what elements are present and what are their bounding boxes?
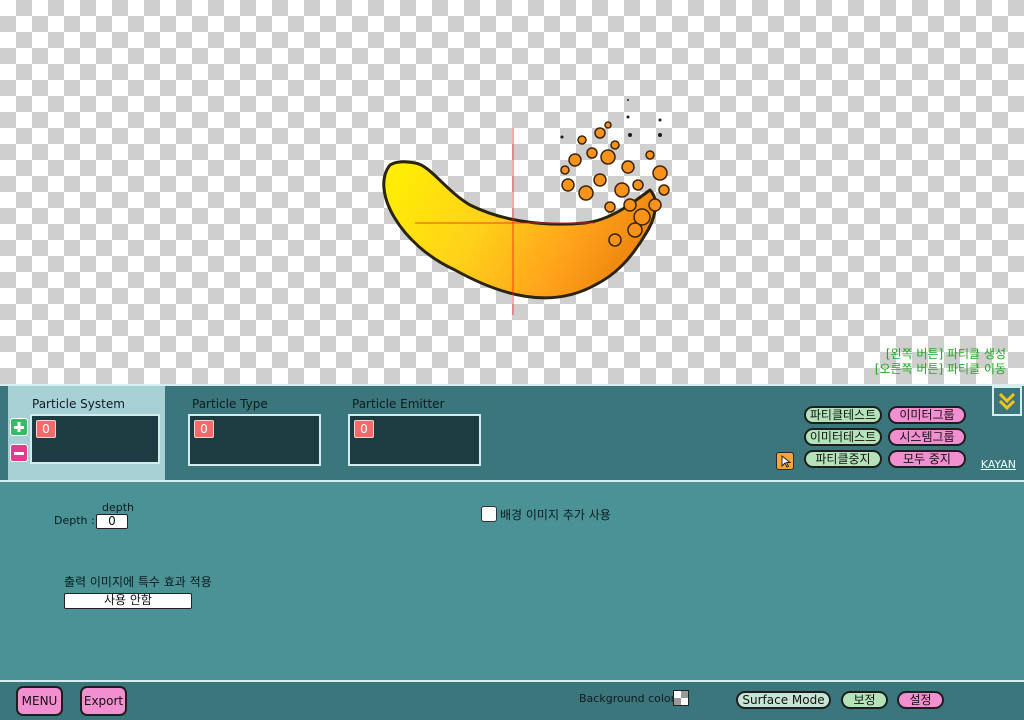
tab-particle-emitter[interactable]: Particle Emitter 0: [336, 386, 486, 480]
correction-button[interactable]: 보정: [841, 691, 888, 709]
particle-test-button[interactable]: 파티클테스트: [804, 406, 882, 424]
particle-list-panel: Particle System 0 Particle Type 0 Partic…: [0, 384, 1024, 480]
settings-button[interactable]: 설정: [897, 691, 944, 709]
effect-select[interactable]: 사용 안함: [64, 593, 192, 609]
minus-icon: [14, 452, 24, 455]
add-button[interactable]: [10, 418, 28, 436]
emitter-test-button[interactable]: 이미터테스트: [804, 428, 882, 446]
menu-button[interactable]: MENU: [16, 686, 63, 716]
cursor-tool-icon[interactable]: [776, 452, 794, 470]
surface-mode-button[interactable]: Surface Mode: [736, 691, 831, 709]
hint-right-click: [오른쪽 버튼] 파티클 이동: [874, 362, 1006, 376]
collapse-panel-button[interactable]: [992, 386, 1022, 416]
depth-label: Depth :: [54, 514, 95, 527]
count-badge: 0: [36, 420, 56, 438]
particle-system-list[interactable]: 0: [30, 414, 160, 464]
system-group-button[interactable]: 시스템그룹: [888, 428, 966, 446]
bg-color-swatch[interactable]: [673, 690, 689, 706]
stop-all-button[interactable]: 모두 중지: [888, 450, 966, 468]
bg-image-label: 배경 이미지 추가 사용: [500, 508, 611, 522]
emitter-group-button[interactable]: 이미터그룹: [888, 406, 966, 424]
pointer-icon: [781, 454, 792, 468]
bottom-toolbar: MENU Export Background color : Surface M…: [0, 680, 1024, 720]
effect-label: 출력 이미지에 특수 효과 적용: [64, 575, 212, 589]
depth-caption: depth: [102, 501, 135, 514]
particle-effect-preview: [382, 99, 670, 315]
remove-button[interactable]: [10, 444, 28, 462]
tab-label: Particle System: [32, 397, 125, 411]
preview-canvas[interactable]: [왼쪽 버튼] 파티클 생성 [오른쪽 버튼] 파티클 이동: [0, 0, 1024, 384]
tab-label: Particle Type: [192, 397, 268, 411]
tab-label: Particle Emitter: [352, 397, 445, 411]
count-badge: 0: [354, 420, 374, 438]
bg-image-checkbox[interactable]: [481, 506, 497, 522]
double-chevron-down-icon: [998, 392, 1016, 411]
bg-color-label: Background color :: [579, 692, 683, 705]
kayan-link[interactable]: KAYAN: [981, 458, 1016, 471]
settings-panel: depth Depth : 0 배경 이미지 추가 사용 출력 이미지에 특수 …: [0, 480, 1024, 680]
depth-input[interactable]: 0: [96, 514, 128, 529]
tab-particle-type[interactable]: Particle Type 0: [176, 386, 326, 480]
particle-type-list[interactable]: 0: [188, 414, 321, 466]
particle-stop-button[interactable]: 파티클중지: [804, 450, 882, 468]
particle-emitter-list[interactable]: 0: [348, 414, 481, 466]
tab-particle-system[interactable]: Particle System 0: [8, 386, 165, 480]
count-badge: 0: [194, 420, 214, 438]
export-button[interactable]: Export: [80, 686, 127, 716]
plus-icon: [14, 422, 24, 432]
